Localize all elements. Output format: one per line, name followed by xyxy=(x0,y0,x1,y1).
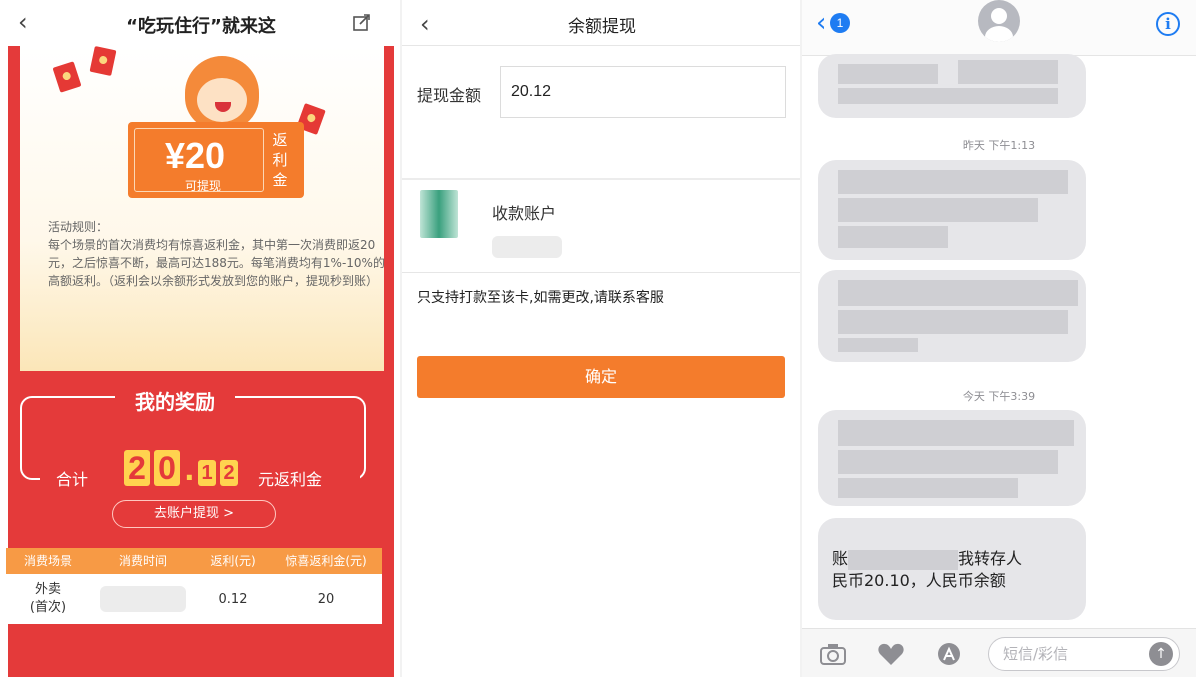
total-unit: 元返利金 xyxy=(258,470,323,489)
timestamp: 昨天 下午1:13 xyxy=(962,139,1036,152)
page-title: 余额提现 xyxy=(568,17,636,37)
app-store-icon[interactable] xyxy=(934,641,964,667)
avatar[interactable] xyxy=(978,0,1020,42)
nav-bar: ‹ 余额提现 xyxy=(402,0,802,46)
timestamp: 今天 下午3:39 xyxy=(962,390,1036,403)
amount-input[interactable]: 20.12 xyxy=(500,66,786,118)
blurred-account-number xyxy=(492,236,562,258)
nav-bar: ‹ 1 i xyxy=(802,0,1196,56)
bank-card-icon xyxy=(420,190,458,238)
info-icon[interactable]: i xyxy=(1156,12,1180,36)
ticket-side-label: 返利金 xyxy=(272,131,288,189)
table-header: 消费场景 消费时间 返利(元) 惊喜返利金(元) xyxy=(6,548,382,574)
amount-label: 提现金额 xyxy=(417,86,482,105)
rules-body: 每个场景的首次消费均有惊喜返利金，其中第一次消费即返20元，之后惊喜不断，最高可… xyxy=(48,238,385,288)
send-icon[interactable]: ↑ xyxy=(1149,642,1173,666)
blurred-text xyxy=(848,549,959,570)
rebate-cell: 0.12 xyxy=(218,591,248,607)
rebate-ticket: ¥20 可提现 返利金 xyxy=(128,122,304,198)
total-digit: 2 xyxy=(124,450,150,486)
bonus-cell: 20 xyxy=(317,591,335,607)
chevron-left-icon[interactable]: ‹ xyxy=(816,10,826,36)
blurred-time xyxy=(100,586,186,612)
page-title: “吃玩住行”就来这 xyxy=(126,16,276,37)
message-line: 我转存人 xyxy=(958,549,1023,568)
column-header: 惊喜返利金(元) xyxy=(285,554,367,568)
reward-total: 合计 2 0 . 1 2 元返利金 xyxy=(40,448,360,492)
column-header: 返利(元) xyxy=(210,554,256,568)
ticket-sub: 可提现 xyxy=(185,179,222,193)
messages-screen: ‹ 1 i 昨天 下午1:13 今天 下午3:39 账 我转存人 民币20.10，… xyxy=(802,0,1196,677)
total-digit: 2 xyxy=(220,460,238,486)
red-envelope-icon xyxy=(52,61,82,93)
column-header: 消费场景 xyxy=(23,554,72,568)
message-line: 账 xyxy=(832,549,849,568)
scene-line: 外卖 xyxy=(34,582,61,597)
account-label: 收款账户 xyxy=(492,204,557,223)
share-icon[interactable] xyxy=(352,12,372,32)
ticket-amount: ¥20 xyxy=(165,135,226,176)
nav-bar: ‹ “吃玩住行”就来这 xyxy=(0,0,402,46)
scene-cell: 外卖 (首次) xyxy=(6,581,90,617)
withdraw-link-button[interactable]: 去账户提现 > xyxy=(112,500,276,528)
total-digit: 1 xyxy=(198,460,216,486)
withdraw-screen: ‹ 余额提现 提现金额 20.12 收款账户 只支持打款至该卡,如需更改,请联系… xyxy=(402,0,802,677)
total-digit: 0 xyxy=(154,450,180,486)
total-label: 合计 xyxy=(56,470,89,489)
promo-screen: ‹ “吃玩住行”就来这 ¥20 可提现 返利金 活动规则： 每个场景的首次消费均… xyxy=(0,0,402,677)
message-input[interactable]: 短信/彩信 ↑ xyxy=(988,637,1180,671)
reward-title: 我的奖励 xyxy=(115,386,235,415)
rules-text: 活动规则： 每个场景的首次消费均有惊喜返利金，其中第一次消费即返20元，之后惊喜… xyxy=(48,218,390,290)
input-toolbar: 短信/彩信 ↑ xyxy=(802,628,1196,677)
confirm-button[interactable]: 确定 xyxy=(417,356,785,398)
section-divider xyxy=(402,178,802,180)
input-placeholder: 短信/彩信 xyxy=(1003,645,1069,663)
digital-touch-icon[interactable] xyxy=(876,641,906,667)
message-text: 账 我转存人 民币20.10，人民币余额 xyxy=(832,548,1092,592)
promo-card: ¥20 可提现 返利金 活动规则： 每个场景的首次消费均有惊喜返利金，其中第一次… xyxy=(20,45,385,371)
message-line: 民币20.10，人民币余额 xyxy=(832,571,1006,590)
rules-heading: 活动规则： xyxy=(48,220,109,234)
table-row: 外卖 (首次) 0.12 20 xyxy=(6,574,382,624)
camera-icon[interactable] xyxy=(818,641,848,667)
message-bubble xyxy=(818,270,1086,362)
scene-line: (首次) xyxy=(29,600,67,615)
red-envelope-icon xyxy=(89,45,117,77)
message-bubble xyxy=(818,410,1086,506)
rebate-table: 消费场景 消费时间 返利(元) 惊喜返利金(元) 外卖 (首次) 0.12 20 xyxy=(6,548,382,624)
account-note: 只支持打款至该卡,如需更改,请联系客服 xyxy=(417,290,664,306)
unread-badge[interactable]: 1 xyxy=(830,13,850,33)
message-bubble xyxy=(818,160,1086,260)
message-bubble xyxy=(818,54,1086,118)
mascot-icon xyxy=(185,56,259,130)
section-divider xyxy=(402,272,802,273)
decimal-point: . xyxy=(184,454,195,487)
column-header: 消费时间 xyxy=(118,554,167,568)
time-cell xyxy=(90,586,196,612)
